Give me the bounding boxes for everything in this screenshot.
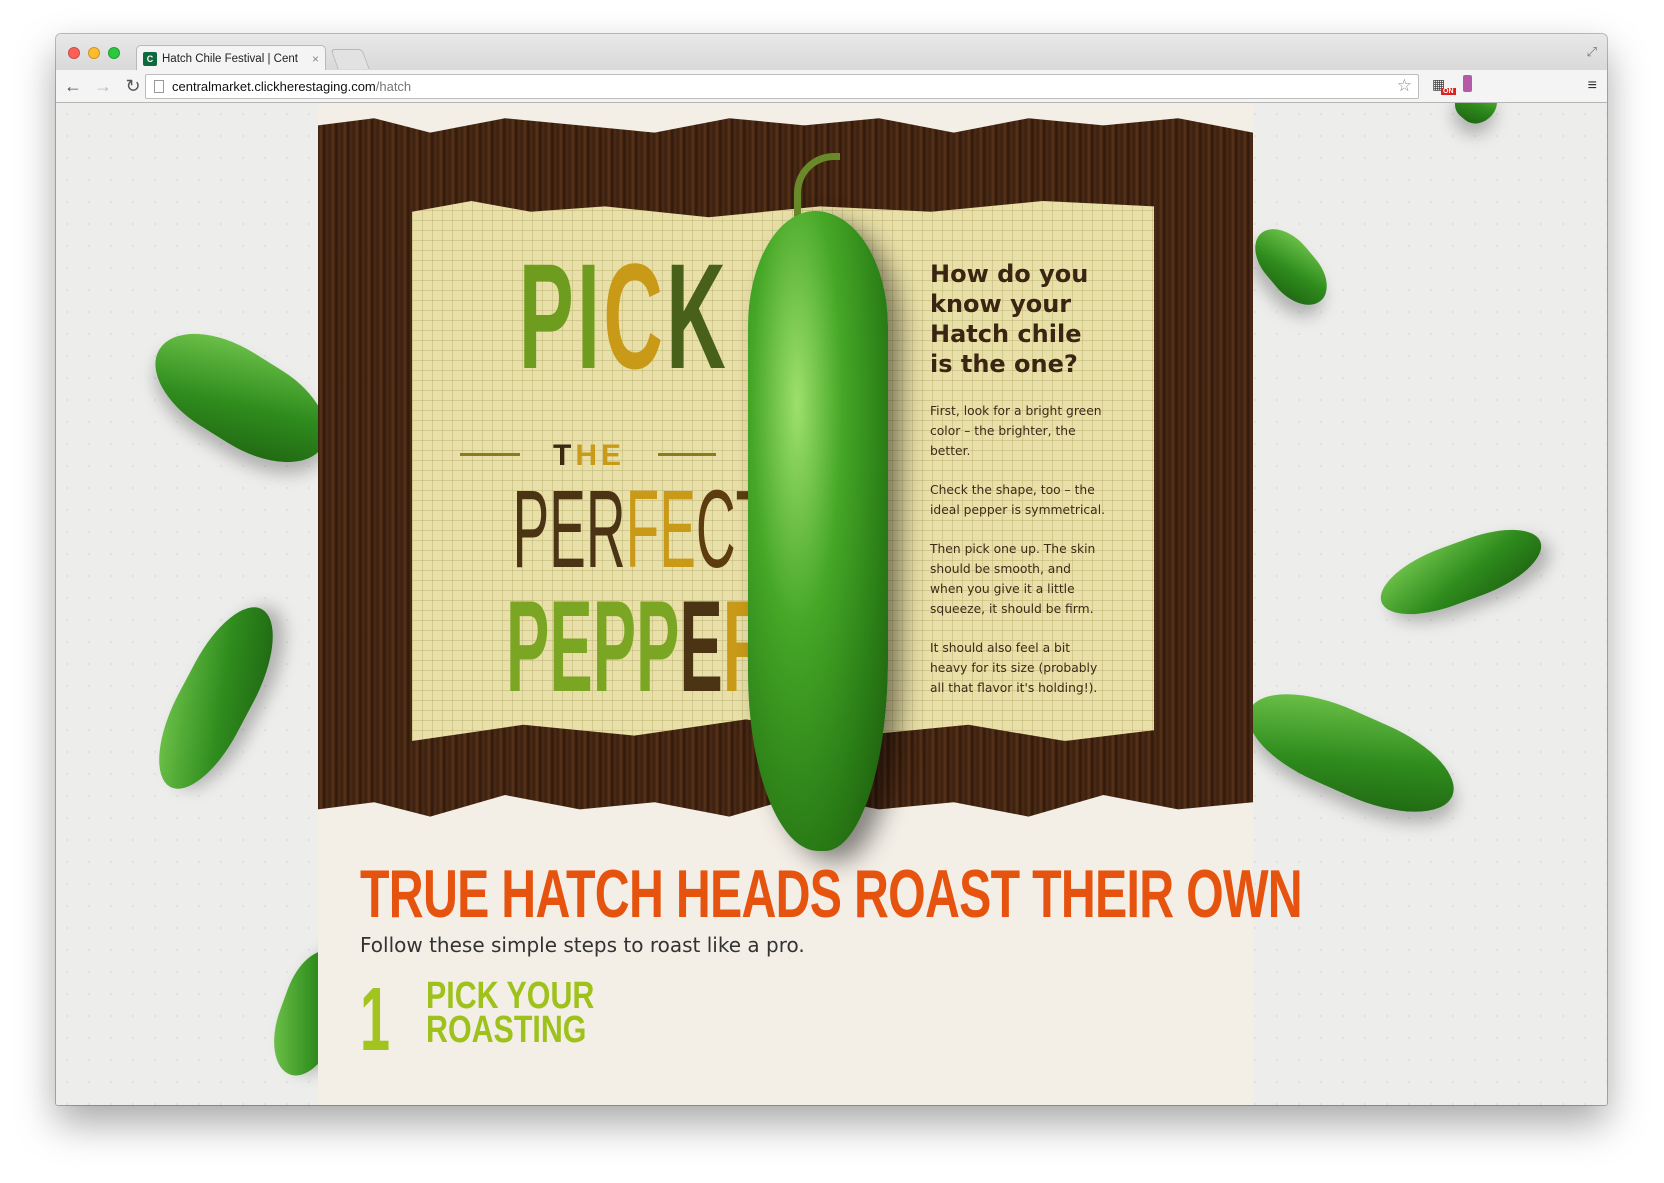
headline-pepper: PEPPER xyxy=(506,581,770,711)
tip-paragraph: Check the shape, too – the ideal pepper … xyxy=(930,483,1106,517)
browser-menu-icon[interactable]: ≡ xyxy=(1588,77,1597,95)
chile-pepper-image xyxy=(1243,217,1339,317)
step-number: 1 xyxy=(360,970,391,1070)
close-window-button[interactable] xyxy=(68,47,80,59)
step-title-line: ROASTING xyxy=(426,1009,587,1051)
headline-pick: PICK xyxy=(519,241,726,391)
headline-perfect: PERFECT xyxy=(513,475,770,585)
window-controls xyxy=(68,47,120,59)
tip-paragraph: First, look for a bright green color – t… xyxy=(930,404,1102,458)
address-bar[interactable]: centralmarket.clickherestaging.com/hatch… xyxy=(145,74,1419,99)
zoom-window-button[interactable] xyxy=(108,47,120,59)
url-host: centralmarket.clickherestaging.com xyxy=(172,79,376,94)
extension-on-badge: ON xyxy=(1441,88,1456,95)
content-column: PICK THE PERFECT PEPPER How do you know … xyxy=(318,103,1303,1105)
headline-segment: K xyxy=(666,232,730,400)
step-title-line: PICK YOUR xyxy=(426,975,595,1017)
browser-tab[interactable]: C Hatch Chile Festival | Cent × xyxy=(136,45,326,71)
headline-segment: PI xyxy=(518,232,604,400)
chile-pepper-image xyxy=(1371,515,1551,629)
divider xyxy=(460,453,520,456)
page-viewport: PICK THE PERFECT PEPPER How do you know … xyxy=(56,103,1607,1105)
roast-section-subtitle: Follow these simple steps to roast like … xyxy=(360,933,805,957)
headline-segment: E xyxy=(679,573,723,719)
forward-button[interactable]: → xyxy=(90,73,116,99)
title-bar: C Hatch Chile Festival | Cent × ⤢ xyxy=(56,34,1607,71)
step-title: PICK YOUR ROASTING xyxy=(426,975,595,1051)
new-tab-button[interactable] xyxy=(330,49,370,69)
tip-paragraph: Then pick one up. The skin should be smo… xyxy=(930,542,1096,616)
extension-phone-icon[interactable] xyxy=(1463,75,1472,92)
fullscreen-icon[interactable]: ⤢ xyxy=(1587,44,1597,60)
headline-segment: C xyxy=(603,232,667,400)
chile-pepper-image xyxy=(138,593,294,803)
chile-pepper-image xyxy=(1447,103,1505,132)
hero-chile-pepper-image xyxy=(748,211,888,851)
back-button[interactable]: ← xyxy=(60,73,86,99)
reload-button[interactable]: ↻ xyxy=(120,73,146,99)
roast-section-title: TRUE HATCH HEADS ROAST THEIR OWN xyxy=(360,856,1303,932)
headline-segment: PEPP xyxy=(506,573,680,719)
page-icon xyxy=(154,80,164,93)
url-path: /hatch xyxy=(375,79,412,94)
tips-heading: How do you know your Hatch chile is the … xyxy=(930,260,1089,378)
minimize-window-button[interactable] xyxy=(88,47,100,59)
chile-pepper-image xyxy=(136,309,346,487)
bookmark-star-icon[interactable]: ☆ xyxy=(1397,76,1412,96)
url-text: centralmarket.clickherestaging.com/hatch xyxy=(172,79,411,94)
tip-paragraph: It should also feel a bit heavy for its … xyxy=(930,641,1098,695)
divider xyxy=(658,453,716,456)
browser-toolbar: ← → ↻ centralmarket.clickherestaging.com… xyxy=(56,70,1607,103)
browser-window: C Hatch Chile Festival | Cent × ⤢ ← → ↻ … xyxy=(56,34,1607,1105)
site-favicon-icon: C xyxy=(143,51,157,66)
tab-close-icon[interactable]: × xyxy=(312,52,319,66)
tab-title: Hatch Chile Festival | Cent xyxy=(162,52,298,65)
chile-pepper-image xyxy=(1234,671,1468,835)
